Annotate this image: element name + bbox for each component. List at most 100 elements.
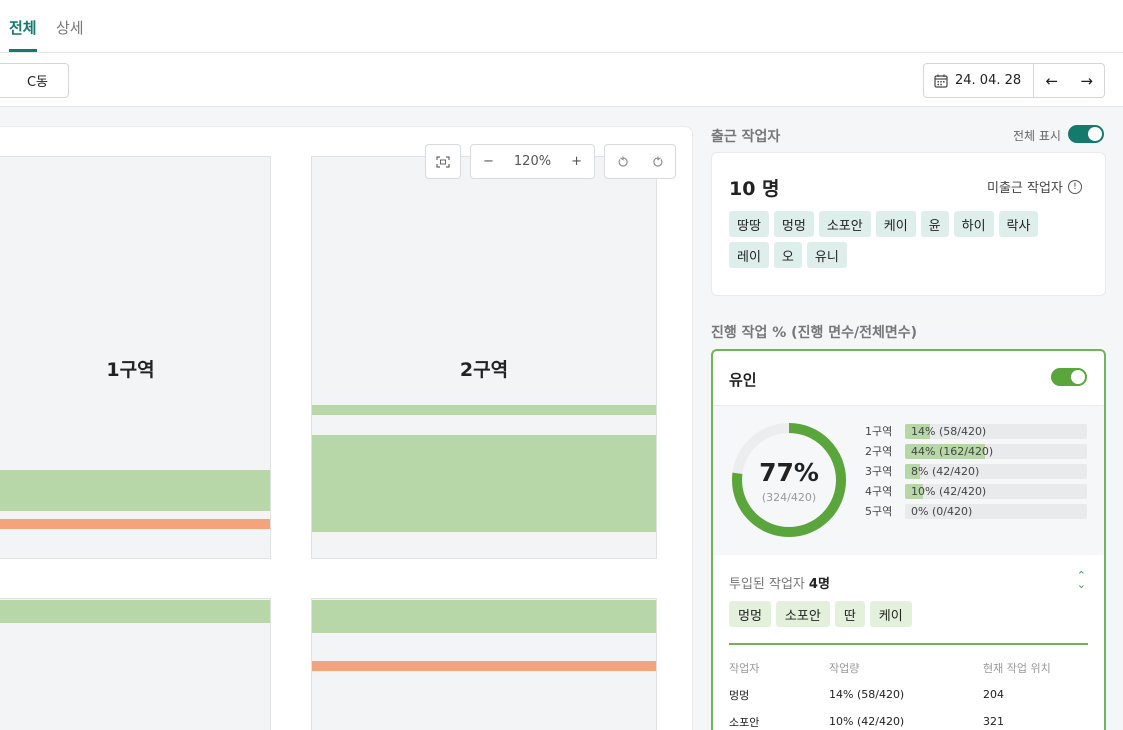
worker-chip[interactable]: 락사	[998, 211, 1039, 237]
zoom-level: 120%	[513, 154, 552, 169]
date-picker[interactable]: 24. 04. 28	[924, 64, 1035, 97]
table-cell: 10% (42/420)	[829, 715, 905, 728]
zone-2[interactable]: 2구역	[311, 156, 657, 559]
progress-card-yuin: 유인 77% (324/420) 1구역 14% (58/420) 2구역 44% (…	[711, 349, 1106, 730]
show-all-toggle[interactable]	[1068, 125, 1104, 143]
yuin-toggle[interactable]	[1051, 368, 1087, 386]
progress-summary: 77% (324/420) 1구역 14% (58/420) 2구역 44% (162…	[713, 406, 1104, 555]
assigned-worker-chip[interactable]: 소포안	[775, 601, 830, 627]
assigned-workers-heading: 투입된 작업자 4명	[729, 573, 830, 592]
worker-chip[interactable]: 윤	[920, 211, 949, 237]
table-cell: 소포안	[729, 715, 760, 729]
worker-chips: 땅땅 멍멍 소포안 케이 윤 하이 락사레이 오 유니	[729, 211, 1069, 268]
zone-progress-label: 4구역	[865, 485, 893, 498]
tab-all[interactable]: 전체	[9, 17, 37, 38]
zone-2-progress-band-thin	[312, 405, 656, 415]
prev-date-button[interactable]: ←	[1034, 64, 1069, 97]
table-cell: 204	[983, 688, 1004, 701]
assigned-worker-chip[interactable]: 케이	[869, 601, 912, 627]
zone-1-progress-band	[0, 470, 270, 511]
assigned-label: 투입된 작업자	[729, 577, 805, 592]
zone-progress-row: 5구역 0% (0/420)	[865, 501, 1089, 521]
date-value: 24. 04. 28	[955, 73, 1022, 88]
worker-count: 10 명	[729, 178, 780, 200]
missing-workers-label: 미출근 작업자	[987, 181, 1063, 196]
zoom-control: − 120% +	[470, 144, 595, 179]
worker-chip[interactable]: 케이	[875, 211, 916, 237]
worker-chip[interactable]: 소포안	[818, 211, 871, 237]
calendar-icon	[934, 74, 948, 88]
rotate-control	[604, 144, 676, 179]
missing-workers-link[interactable]: 미출근 작업자 !	[987, 177, 1082, 196]
zone-3[interactable]	[0, 598, 271, 730]
card-title: 유인	[729, 371, 757, 389]
table-row[interactable]: 멍멍 14% (58/420) 204	[729, 681, 1088, 708]
zone-3-progress-band	[0, 600, 270, 623]
show-all-label: 전체 표시	[1013, 129, 1061, 143]
progress-fraction: (324/420)	[761, 491, 817, 504]
progress-title: 진행 작업 % (진행 면수/전체면수)	[711, 325, 917, 341]
table-header-cell: 현재 작업 위치	[983, 661, 1051, 675]
table-header-cell: 작업자	[729, 661, 760, 675]
zone-4-progress-band	[312, 600, 656, 633]
worker-chip[interactable]: 멍멍	[773, 211, 814, 237]
zone-progress-text: 0% (0/420)	[911, 504, 973, 518]
rotate-left-icon[interactable]	[617, 156, 629, 168]
zone-progress-bar: 8% (42/420)	[905, 463, 1087, 479]
assigned-worker-chip[interactable]: 딴	[834, 601, 865, 627]
zone-progress-row: 2구역 44% (162/420)	[865, 441, 1089, 461]
zoom-out-button[interactable]: −	[483, 154, 494, 169]
table-cell: 14% (58/420)	[829, 688, 905, 701]
table-header-cell: 작업량	[829, 661, 860, 675]
assigned-worker-chip[interactable]: 멍멍	[729, 601, 771, 627]
table-cell: 321	[983, 715, 1004, 728]
zone-progress-bar: 0% (0/420)	[905, 503, 1087, 519]
zone-4-current-band	[312, 661, 656, 671]
worker-chip[interactable]: 레이	[729, 242, 769, 268]
progress-percent: 77%	[759, 458, 819, 487]
tab-bar: 전체 상세	[0, 0, 1123, 53]
worker-chip[interactable]: 오	[773, 242, 802, 268]
zone-progress-label: 5구역	[865, 505, 893, 518]
worker-chip[interactable]: 하이	[953, 211, 994, 237]
zone-progress-text: 44% (162/420)	[911, 444, 994, 458]
assigned-workers-table: 작업자 작업량 현재 작업 위치멍멍 14% (58/420) 204 소포안 10% (4…	[729, 654, 1088, 730]
date-navigator: 24. 04. 28 ← →	[923, 63, 1105, 98]
fit-screen-icon	[436, 155, 450, 168]
table-header-row: 작업자 작업량 현재 작업 위치	[729, 654, 1088, 681]
table-cell: 멍멍	[729, 688, 750, 702]
zone-4[interactable]	[311, 598, 657, 730]
zone-progress-row: 1구역 14% (58/420)	[865, 421, 1089, 441]
zone-progress-label: 1구역	[865, 425, 893, 438]
zone-progress-list: 1구역 14% (58/420) 2구역 44% (162/420) 3구역 8% (42…	[865, 421, 1089, 521]
zone-1-current-band	[0, 519, 270, 529]
zone-progress-row: 3구역 8% (42/420)	[865, 461, 1089, 481]
table-row[interactable]: 소포안 10% (42/420) 321	[729, 708, 1088, 730]
worker-chip[interactable]: 유니	[806, 242, 847, 268]
next-date-button[interactable]: →	[1069, 64, 1104, 97]
zone-2-label: 2구역	[459, 359, 509, 381]
zone-progress-label: 2구역	[865, 445, 893, 458]
info-icon[interactable]: !	[1067, 179, 1082, 194]
zoom-in-button[interactable]: +	[571, 154, 582, 169]
rotate-right-icon[interactable]	[652, 156, 664, 168]
zone-progress-text: 10% (42/420)	[911, 484, 987, 498]
zone-progress-row: 4구역 10% (42/420)	[865, 481, 1089, 501]
zone-2-progress-band	[312, 435, 656, 532]
building-c-button[interactable]: C동	[0, 63, 69, 98]
zone-1-label: 1구역	[106, 359, 155, 381]
active-tab-indicator	[9, 49, 37, 52]
zone-progress-bar: 44% (162/420)	[905, 443, 1087, 459]
workers-title: 출근 작업자	[711, 129, 781, 145]
zone-1[interactable]: 1구역	[0, 156, 271, 559]
assigned-count: 4명	[808, 577, 830, 592]
tab-detail[interactable]: 상세	[56, 17, 84, 38]
worker-chip[interactable]: 땅땅	[729, 211, 769, 237]
expand-collapse-icon[interactable]: ⌃ ⌄	[1077, 570, 1086, 590]
zone-progress-text: 8% (42/420)	[911, 464, 980, 478]
fit-screen-button[interactable]	[425, 144, 461, 179]
assigned-chips: 멍멍 소포안 딴 케이	[729, 601, 912, 627]
zone-progress-bar: 14% (58/420)	[905, 423, 1087, 439]
zone-progress-label: 3구역	[865, 465, 893, 478]
zone-progress-bar: 10% (42/420)	[905, 483, 1087, 499]
